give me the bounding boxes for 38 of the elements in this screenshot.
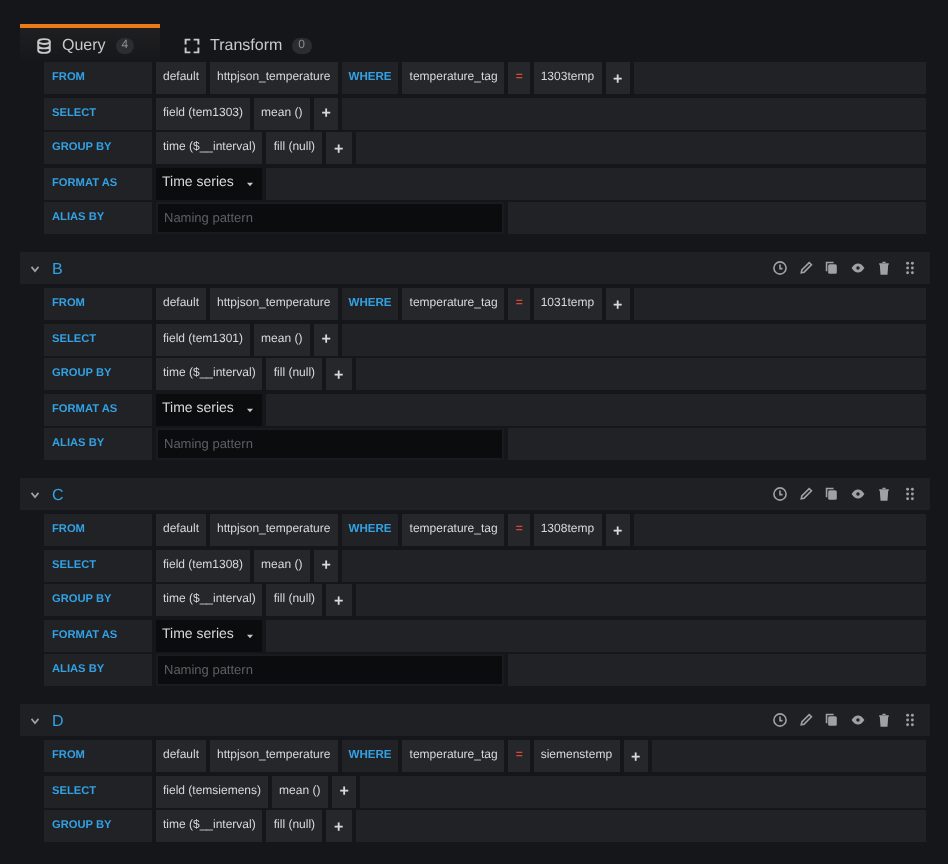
add-button[interactable]: + <box>313 97 339 129</box>
add-button[interactable]: + <box>326 132 352 164</box>
query-name: C <box>52 485 64 503</box>
chevron-down-icon[interactable] <box>28 713 42 727</box>
caret-icon <box>244 403 256 415</box>
pencil-icon[interactable] <box>798 712 814 728</box>
drag-handle-icon[interactable] <box>902 260 918 276</box>
transform-icon <box>184 37 200 53</box>
add-button[interactable]: + <box>313 549 339 581</box>
query-name: B <box>52 259 63 277</box>
database-icon <box>36 37 52 53</box>
query-name: D <box>52 711 64 729</box>
drag-handle-icon[interactable] <box>902 486 918 502</box>
copy-icon[interactable] <box>824 260 840 276</box>
pencil-icon[interactable] <box>798 486 814 502</box>
trash-icon[interactable] <box>876 486 892 502</box>
trash-icon[interactable] <box>876 712 892 728</box>
add-button[interactable]: + <box>605 514 631 546</box>
eye-icon[interactable] <box>850 260 866 276</box>
chevron-down-icon[interactable] <box>28 487 42 501</box>
add-button[interactable]: + <box>623 740 649 772</box>
add-button[interactable]: + <box>326 810 352 842</box>
chevron-down-icon[interactable] <box>28 261 42 275</box>
eye-icon[interactable] <box>850 486 866 502</box>
add-button[interactable]: + <box>605 288 631 320</box>
add-button[interactable]: + <box>331 775 357 807</box>
add-button[interactable]: + <box>326 358 352 390</box>
add-button[interactable]: + <box>326 584 352 616</box>
caret-icon <box>244 177 256 189</box>
copy-icon[interactable] <box>824 712 840 728</box>
drag-handle-icon[interactable] <box>902 712 918 728</box>
pencil-icon[interactable] <box>798 260 814 276</box>
add-button[interactable]: + <box>313 323 339 355</box>
copy-icon[interactable] <box>824 486 840 502</box>
caret-icon <box>244 629 256 641</box>
eye-icon[interactable] <box>850 712 866 728</box>
add-button[interactable]: + <box>605 62 631 94</box>
trash-icon[interactable] <box>876 260 892 276</box>
